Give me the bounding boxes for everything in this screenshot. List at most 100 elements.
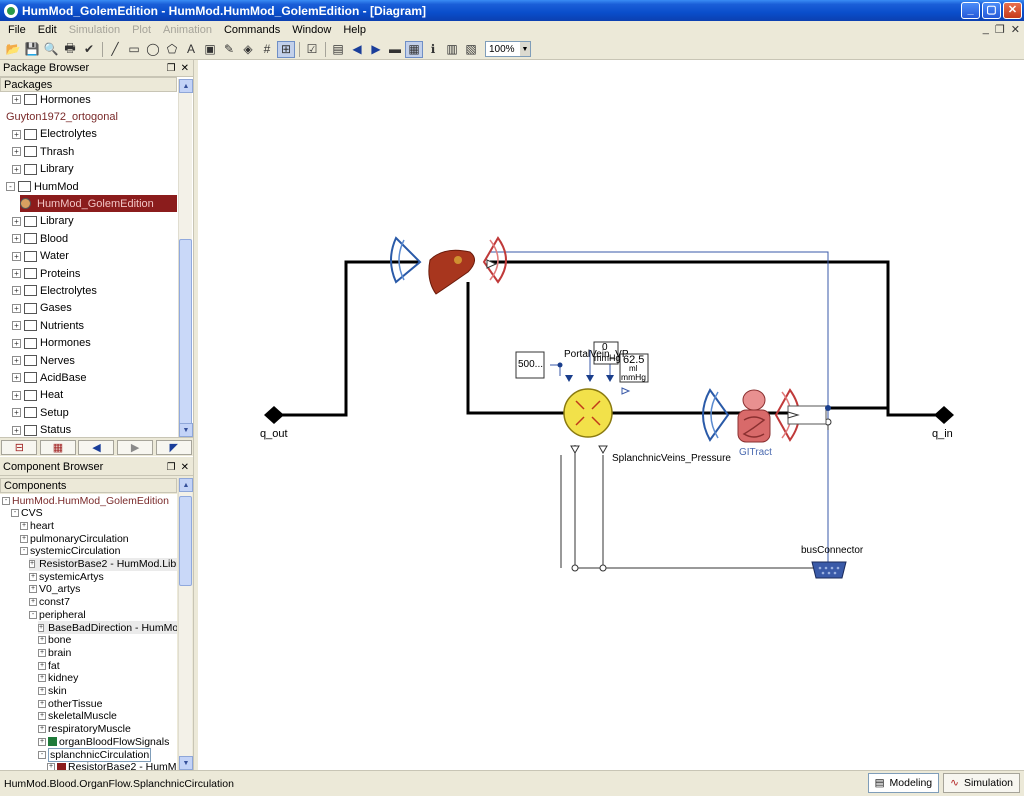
ellipse-tool-icon[interactable]: ◯: [144, 41, 162, 58]
component-tree-item[interactable]: - systemicCirculation: [20, 545, 120, 558]
expand-icon[interactable]: +: [29, 572, 37, 581]
expand-icon[interactable]: +: [12, 216, 21, 226]
expand-icon[interactable]: +: [12, 373, 21, 383]
expand-icon[interactable]: +: [12, 251, 21, 261]
component-tree-item[interactable]: + fat: [38, 659, 60, 672]
component-tree-item[interactable]: + ResistorBase2 - HumMod.Libr...: [29, 557, 177, 571]
expand-icon[interactable]: +: [38, 674, 46, 683]
close-button[interactable]: ✕: [1003, 2, 1022, 19]
package-tree-item[interactable]: + Hormones: [12, 93, 91, 108]
fill-color-icon[interactable]: ◈: [239, 41, 257, 58]
minimize-button[interactable]: _: [961, 2, 980, 19]
expand-icon[interactable]: +: [12, 147, 21, 157]
expand-icon[interactable]: +: [12, 408, 21, 418]
expand-icon[interactable]: +: [29, 560, 36, 568]
collapse-icon[interactable]: -: [6, 182, 15, 191]
modeling-tab[interactable]: ▤ Modeling: [867, 773, 940, 793]
up-icon[interactable]: ◤: [155, 439, 192, 455]
expand-icon[interactable]: +: [38, 712, 46, 721]
package-tree-item[interactable]: + Library: [12, 213, 74, 230]
component-tree-item[interactable]: + skeletalMuscle: [38, 710, 117, 723]
expand-icon[interactable]: +: [12, 425, 21, 435]
expand-icon[interactable]: +: [38, 737, 46, 746]
expand-icon[interactable]: +: [38, 661, 46, 670]
expand-icon[interactable]: +: [12, 234, 21, 244]
documentation-icon[interactable]: ▧: [462, 41, 480, 58]
menu-plot[interactable]: Plot: [126, 24, 157, 36]
package-scrollbar[interactable]: ▲ ▼: [178, 79, 193, 437]
diagram-layer-icon[interactable]: ▦: [405, 40, 423, 58]
package-tree-item[interactable]: + Nerves: [12, 352, 75, 369]
grid-icon[interactable]: #: [258, 41, 276, 58]
collapse-icon[interactable]: -: [20, 547, 28, 556]
expand-icon[interactable]: +: [38, 623, 45, 632]
undock-icon[interactable]: ❐: [167, 462, 176, 473]
package-tree-item[interactable]: + Water: [12, 248, 69, 265]
component-tree-item[interactable]: + pulmonaryCirculation: [20, 532, 129, 545]
component-tree-item[interactable]: + V0_artys: [29, 583, 80, 596]
expand-icon[interactable]: +: [38, 648, 46, 657]
expand-icon[interactable]: +: [12, 129, 21, 139]
expand-icon[interactable]: +: [29, 598, 37, 607]
component-scrollbar[interactable]: ▲ ▼: [178, 478, 193, 770]
expand-icon[interactable]: +: [38, 636, 46, 645]
expand-icon[interactable]: +: [38, 699, 46, 708]
view-mode-icon[interactable]: ▤: [329, 41, 347, 58]
expand-icon[interactable]: +: [12, 390, 21, 400]
component-tree-item[interactable]: - splanchnicCirculation: [38, 747, 152, 762]
expand-icon[interactable]: +: [12, 303, 21, 313]
check-icon[interactable]: ✔: [80, 41, 98, 58]
component-tree-item[interactable]: + organBloodFlowSignals: [38, 735, 169, 748]
expand-icon[interactable]: +: [12, 338, 21, 348]
package-tree-item[interactable]: + Setup: [12, 404, 69, 421]
menu-animation[interactable]: Animation: [157, 24, 218, 36]
expand-icon[interactable]: +: [38, 687, 46, 695]
component-tree-item[interactable]: + bone: [38, 634, 71, 647]
package-tree-item[interactable]: + Proteins: [12, 265, 80, 282]
package-tree-item[interactable]: + Hormones: [12, 335, 91, 352]
back-icon[interactable]: ◀: [78, 439, 115, 455]
close-panel-icon[interactable]: ✕: [181, 63, 189, 74]
open-icon[interactable]: 📂: [4, 41, 22, 58]
component-tree-item[interactable]: + kidney: [38, 672, 78, 685]
component-tree-item[interactable]: + const7: [29, 596, 70, 609]
package-tree-item[interactable]: - HumMod: [6, 178, 79, 195]
check-model-icon[interactable]: ☑: [303, 41, 321, 58]
scroll-up-icon[interactable]: ▲: [179, 478, 193, 492]
expand-icon[interactable]: +: [38, 725, 46, 734]
mdi-minimize-icon[interactable]: _: [983, 23, 989, 36]
menu-edit[interactable]: Edit: [32, 24, 63, 36]
component-tree-item[interactable]: - peripheral: [29, 608, 86, 621]
collapse-icon[interactable]: -: [2, 496, 10, 505]
expand-icon[interactable]: +: [20, 534, 28, 543]
expand-icon[interactable]: +: [12, 269, 21, 278]
package-tree-item[interactable]: + Library: [12, 161, 74, 178]
component-tree-item[interactable]: + brain: [38, 646, 71, 659]
menu-file[interactable]: File: [2, 24, 32, 36]
scroll-down-icon[interactable]: ▼: [179, 756, 193, 770]
package-tree-item[interactable]: HumMod_GolemEdition: [20, 195, 177, 213]
component-tree-item[interactable]: + respiratoryMuscle: [38, 723, 131, 736]
maximize-button[interactable]: ▢: [982, 2, 1001, 19]
scroll-thumb[interactable]: [179, 496, 192, 586]
component-tree-item[interactable]: + BaseBadDirection - HumMo...: [38, 621, 177, 634]
connect-mode-icon[interactable]: ⊞: [277, 40, 295, 58]
package-tree-item[interactable]: Guyton1972_ortogonal: [6, 108, 118, 125]
component-tree-item[interactable]: + systemicArtys: [29, 570, 104, 583]
print-icon[interactable]: 🖶: [61, 41, 79, 58]
component-tree-item[interactable]: - CVS: [11, 507, 43, 520]
package-tree-item[interactable]: + Status: [12, 422, 71, 437]
collapse-icon[interactable]: -: [29, 610, 37, 619]
scroll-down-icon[interactable]: ▼: [179, 423, 193, 437]
icon-layer-icon[interactable]: ▬: [386, 41, 404, 58]
expand-icon[interactable]: +: [12, 164, 21, 174]
mdi-close-icon[interactable]: ✕: [1011, 23, 1020, 36]
mdi-restore-icon[interactable]: ❐: [995, 23, 1005, 36]
simulation-tab[interactable]: ∿ Simulation: [943, 773, 1020, 793]
expand-icon[interactable]: +: [29, 585, 37, 594]
expand-icon[interactable]: +: [12, 286, 21, 296]
text-layer-icon[interactable]: ▥: [443, 41, 461, 58]
component-tree-item[interactable]: + ResistorBase2 - HumMod...: [47, 761, 177, 770]
collapse-icon[interactable]: -: [38, 750, 46, 759]
component-tree-item[interactable]: + skin: [38, 685, 67, 698]
